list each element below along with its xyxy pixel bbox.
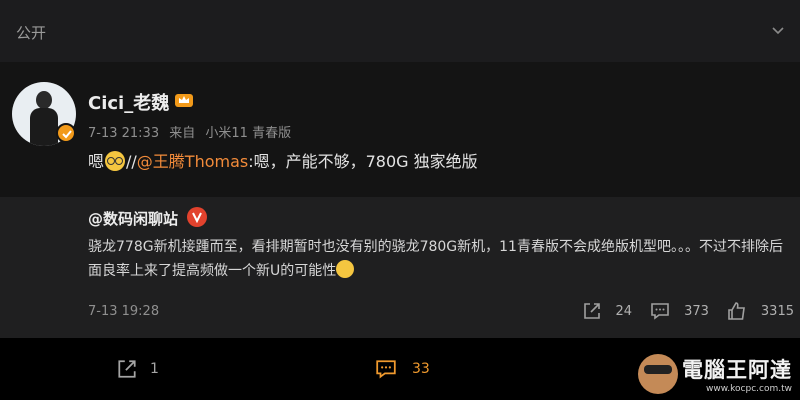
thinking-emoji-icon	[336, 260, 355, 278]
like-count: 3315	[760, 303, 794, 319]
share-count: 1	[150, 361, 159, 377]
mascot-face-icon	[638, 354, 678, 394]
watermark-text: 電腦王阿達 www.kocpc.com.tw	[682, 354, 792, 394]
watermark-logo: 電腦王阿達 www.kocpc.com.tw	[638, 354, 792, 394]
repost-like-button[interactable]: 3315	[727, 301, 794, 321]
repost-comment-button[interactable]: 373	[650, 301, 709, 321]
share-icon	[118, 360, 136, 378]
post-meta: 7-13 21:33 来自 小米11 青春版	[88, 122, 297, 141]
comment-button[interactable]: 33	[374, 358, 430, 380]
mention-link[interactable]: @王腾Thomas	[137, 152, 248, 171]
thumbs-up-icon	[728, 302, 745, 320]
post-content: 嗯 //@王腾Thomas:嗯，产能不够，780G 独家绝版	[88, 148, 478, 172]
repost-share-button[interactable]: 24	[582, 301, 633, 321]
red-verified-icon	[187, 207, 207, 227]
comment-icon	[651, 303, 669, 320]
content-separator: //	[126, 152, 137, 171]
share-icon	[583, 303, 600, 319]
repost-time: 7-13 19:28	[88, 304, 160, 319]
repost-actions: 24 373 3315	[564, 301, 794, 321]
share-button[interactable]: 1	[116, 358, 159, 380]
verified-badge-icon	[56, 123, 76, 143]
post-source-prefix: 来自	[169, 126, 196, 141]
avatar-body-shape	[30, 108, 58, 146]
reposted-card[interactable]: @数码闲聊站 骁龙778G新机接踵而至，看排期暂时也没有别的骁龙780G新机，1…	[0, 197, 800, 338]
top-bar: 公开	[0, 0, 800, 62]
chevron-down-icon[interactable]	[770, 22, 786, 38]
repost-text: 骁龙778G新机接踵而至，看排期暂时也没有别的骁龙780G新机，11青春版不会成…	[88, 235, 788, 283]
repost-username[interactable]: @数码闲聊站	[88, 208, 178, 229]
watermark-title: 電腦王阿達	[682, 358, 792, 382]
post-date: 7-13 21:33	[88, 126, 160, 141]
bottom-action-bar: 1 33 電腦王阿達 www.kocpc.com.tw	[0, 338, 800, 400]
content-text: :嗯，产能不够，780G 独家绝版	[248, 152, 478, 171]
avatar-head-shape	[36, 91, 52, 109]
comment-icon	[376, 360, 396, 379]
vip-crown-icon[interactable]	[174, 91, 194, 109]
visibility-label[interactable]: 公开	[16, 22, 46, 43]
glasses-emoji-icon	[105, 151, 126, 171]
post-username[interactable]: Cici_老魏	[88, 89, 169, 115]
post-card: Cici_老魏 7-13 21:33 来自 小米11 青春版 嗯 //@王腾Tho…	[0, 62, 800, 338]
content-prefix: 嗯	[88, 152, 105, 171]
post-source[interactable]: 小米11 青春版	[205, 126, 291, 141]
bottom-comment-count: 33	[412, 361, 430, 377]
repost-count: 24	[615, 303, 633, 319]
comment-count: 373	[684, 303, 709, 319]
repost-text-body: 骁龙778G新机接踵而至，看排期暂时也没有别的骁龙780G新机，11青春版不会成…	[88, 239, 783, 279]
watermark-url: www.kocpc.com.tw	[706, 384, 792, 394]
